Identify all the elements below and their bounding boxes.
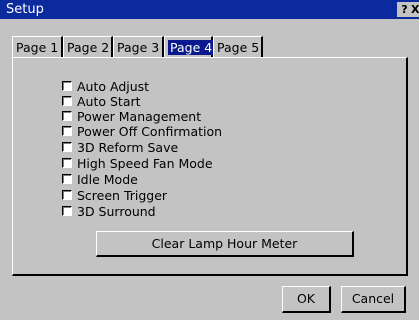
ok-button[interactable]: OK — [282, 286, 331, 313]
checkbox[interactable] — [62, 190, 72, 200]
tab-label: Page 1 — [16, 40, 59, 55]
checkbox[interactable] — [62, 81, 72, 91]
checkbox[interactable] — [62, 158, 72, 168]
tab-page-3[interactable]: Page 3 — [113, 36, 164, 57]
tab-label: Page 3 — [117, 40, 160, 55]
checkbox[interactable] — [62, 111, 72, 121]
checkbox[interactable] — [62, 174, 72, 184]
option-label: Power Management — [77, 109, 202, 124]
checkbox[interactable] — [62, 126, 72, 136]
tab-page-2[interactable]: Page 2 — [63, 36, 113, 57]
checkbox[interactable] — [62, 96, 72, 106]
option-label: Screen Trigger — [77, 188, 168, 203]
help-button[interactable]: ? — [397, 2, 412, 17]
option-label: High Speed Fan Mode — [77, 156, 213, 171]
option-label: Auto Adjust — [77, 79, 150, 94]
tab-label: Page 2 — [67, 40, 110, 55]
option-label: Idle Mode — [77, 172, 138, 187]
option-label: 3D Reform Save — [77, 140, 179, 155]
setup-dialog: Setup ? X Page 1 Page 2 Page 3 Page 4 Pa… — [0, 0, 419, 320]
tab-label: Page 4 — [168, 40, 215, 55]
checkbox[interactable] — [62, 206, 72, 216]
tab-page-5[interactable]: Page 5 — [213, 36, 263, 57]
clear-lamp-hour-meter-button[interactable]: Clear Lamp Hour Meter — [96, 231, 354, 257]
checkbox[interactable] — [62, 142, 72, 152]
option-label: 3D Surround — [77, 204, 156, 219]
option-label: Auto Start — [77, 94, 141, 109]
window-title: Setup — [6, 2, 44, 17]
tab-page-1[interactable]: Page 1 — [12, 36, 63, 57]
tab-page-4[interactable]: Page 4 — [164, 36, 215, 57]
title-bar[interactable]: Setup ? X — [0, 0, 419, 19]
tab-label: Page 5 — [217, 40, 260, 55]
option-label: Power Off Confirmation — [77, 124, 223, 139]
cancel-button[interactable]: Cancel — [341, 286, 406, 313]
close-button[interactable]: X — [411, 2, 419, 17]
